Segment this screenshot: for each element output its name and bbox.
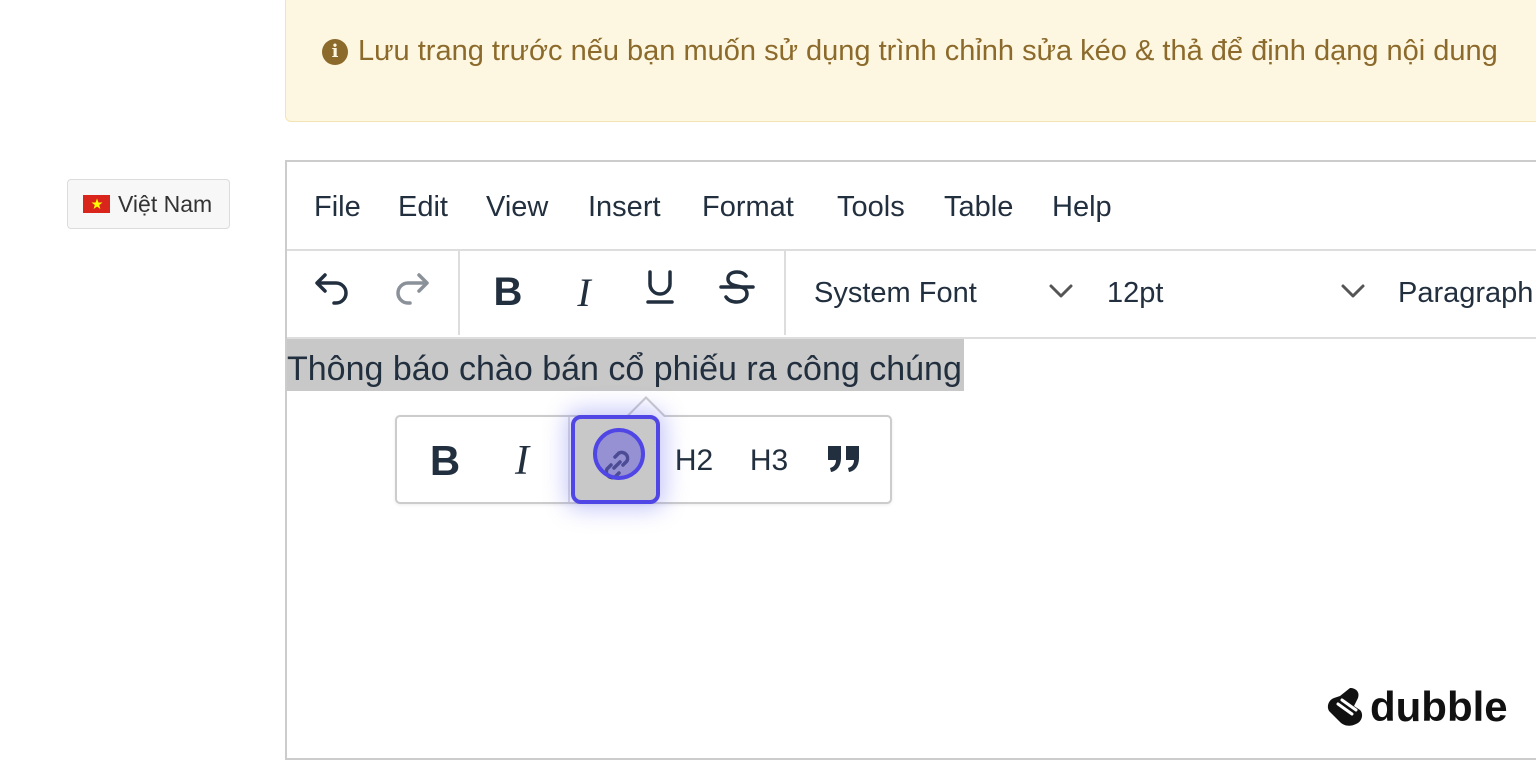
menu-format[interactable]: Format — [702, 191, 794, 224]
dubble-logo-icon — [1326, 686, 1364, 728]
quick-h3-button[interactable]: H3 — [742, 435, 796, 487]
menu-edit[interactable]: Edit — [398, 191, 448, 224]
underline-icon — [644, 269, 676, 315]
redo-icon — [392, 267, 432, 317]
menubar: File Edit View Insert Format Tools Table… — [287, 162, 1536, 251]
click-indicator — [593, 428, 645, 480]
notice-row: i Lưu trang trước nếu bạn muốn sử dụng t… — [322, 35, 1498, 68]
menu-file[interactable]: File — [314, 191, 361, 224]
strikethrough-icon — [718, 268, 756, 316]
quick-italic-button[interactable]: I — [500, 435, 544, 487]
quickbar-separator — [568, 417, 570, 502]
bold-button[interactable]: B — [483, 267, 533, 317]
chevron-down-icon[interactable] — [1339, 277, 1367, 310]
quick-bold-button[interactable]: B — [423, 435, 467, 487]
font-family-select[interactable]: System Font — [814, 277, 977, 310]
quick-h2-button[interactable]: H2 — [667, 435, 721, 487]
vietnam-flag-icon — [83, 195, 110, 213]
watermark-text: dubble — [1370, 683, 1508, 730]
menu-table[interactable]: Table — [944, 191, 1013, 224]
toolbar-separator — [458, 249, 460, 335]
italic-button[interactable]: I — [559, 267, 609, 317]
toolbar-separator — [784, 249, 786, 335]
h2-label: H2 — [674, 444, 714, 477]
language-label: Việt Nam — [118, 190, 213, 217]
italic-icon: I — [577, 269, 591, 315]
blockquote-icon — [826, 444, 862, 479]
selected-heading-text[interactable]: Thông báo chào bán cổ phiếu ra công chún… — [287, 339, 964, 391]
info-circle-icon: i — [322, 38, 348, 65]
h3-label: H3 — [749, 444, 789, 477]
notice-text: Lưu trang trước nếu bạn muốn sử dụng trì… — [358, 35, 1498, 67]
notice-banner: i Lưu trang trước nếu bạn muốn sử dụng t… — [285, 0, 1536, 122]
dubble-watermark: dubble — [1326, 683, 1508, 731]
undo-icon — [312, 267, 352, 317]
block-format-select[interactable]: Paragraph — [1398, 277, 1533, 310]
italic-icon: I — [515, 438, 529, 484]
menu-tools[interactable]: Tools — [837, 191, 905, 224]
strikethrough-button[interactable] — [712, 267, 762, 317]
menu-help[interactable]: Help — [1052, 191, 1112, 224]
toolbar: B I System Font 12pt Paragraph — [287, 249, 1536, 339]
redo-button[interactable] — [387, 267, 437, 317]
underline-button[interactable] — [635, 267, 685, 317]
font-size-select[interactable]: 12pt — [1107, 277, 1163, 310]
quick-blockquote-button[interactable] — [822, 435, 866, 487]
bold-icon: B — [429, 437, 461, 484]
menu-insert[interactable]: Insert — [588, 191, 661, 224]
menu-view[interactable]: View — [486, 191, 548, 224]
bold-icon: B — [493, 269, 523, 314]
undo-button[interactable] — [307, 267, 357, 317]
language-badge[interactable]: Việt Nam — [67, 179, 230, 229]
chevron-down-icon[interactable] — [1047, 277, 1075, 310]
